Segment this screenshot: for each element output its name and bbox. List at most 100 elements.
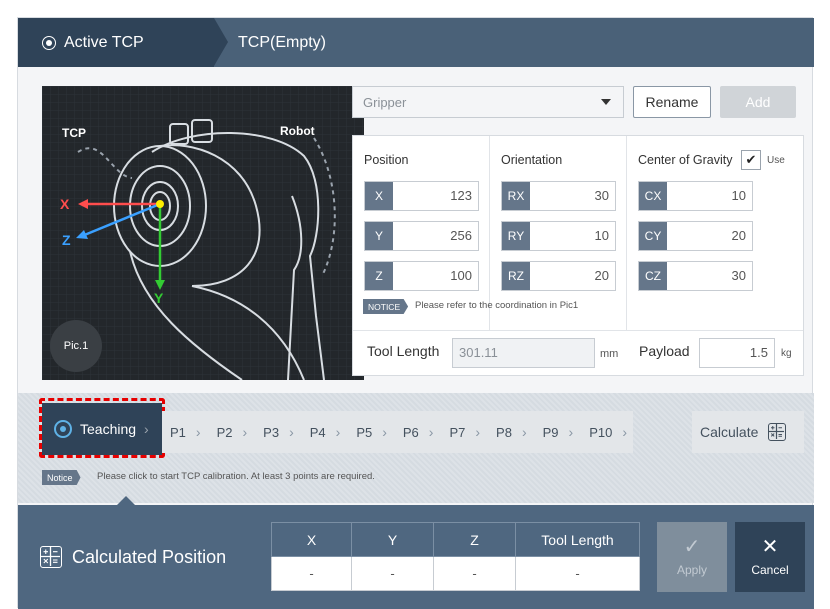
cog-cy-field[interactable]: CY 20 <box>638 221 753 251</box>
chevron-right-icon: › <box>428 424 434 440</box>
field-label: X <box>365 182 393 210</box>
calculated-position-table: X Y Z Tool Length - - - - <box>271 522 640 591</box>
tool-length-unit: mm <box>600 348 619 360</box>
notice-badge: NOTICE <box>363 299 409 314</box>
field-value: 20 <box>731 228 746 243</box>
tcp-coordinate-picture: TCP Robot X Y Z Pic.1 <box>42 86 364 380</box>
step-label: P3 <box>263 424 280 440</box>
step-label: P10 <box>589 424 613 440</box>
point-steps: P1 › P2 › P3 › P4 › P5 › P6 › P7 › P8 › P9 › P10 › <box>162 411 634 453</box>
axis-y-label: Y <box>154 290 164 306</box>
header-z: Z <box>433 522 516 557</box>
field-label: CZ <box>639 262 667 290</box>
apply-button[interactable]: ✓ Apply <box>657 522 727 592</box>
step-p9[interactable]: P9 › <box>535 411 582 453</box>
tab-tcp-empty[interactable]: TCP(Empty) <box>238 18 326 67</box>
cog-use-label: Use <box>767 155 785 166</box>
tab-active-tcp[interactable]: Active TCP <box>18 18 228 67</box>
field-label: CY <box>639 222 667 250</box>
cog-cz-field[interactable]: CZ 30 <box>638 261 753 291</box>
tcp-label: TCP <box>62 126 86 140</box>
orientation-rz-field[interactable]: RZ 20 <box>501 261 616 291</box>
position-x-field[interactable]: X 123 <box>364 181 479 211</box>
checkmark-icon: ✔ <box>745 152 757 167</box>
tab-tcp-empty-label: TCP(Empty) <box>238 33 326 51</box>
field-value: 30 <box>594 188 609 203</box>
orientation-title: Orientation <box>501 153 563 167</box>
field-value: 100 <box>450 268 472 283</box>
bottom-notch <box>116 496 136 506</box>
field-value: 123 <box>450 188 472 203</box>
pic-number-badge: Pic.1 <box>50 320 102 372</box>
radio-selected-icon <box>42 35 56 50</box>
calculate-label: Calculate <box>700 424 759 440</box>
orientation-rx-field[interactable]: RX 30 <box>501 181 616 211</box>
position-title: Position <box>364 153 409 167</box>
header-y: Y <box>351 522 434 557</box>
cancel-button[interactable]: ✕ Cancel <box>735 522 805 592</box>
chevron-right-icon: › <box>521 424 527 440</box>
axis-x-label: X <box>60 196 70 212</box>
orientation-ry-field[interactable]: RY 10 <box>501 221 616 251</box>
step-label: P7 <box>449 424 466 440</box>
check-icon: ✓ <box>683 536 701 558</box>
tcp-window: Active TCP TCP(Empty) TCP Robot X Y Z Pi… <box>17 17 814 609</box>
row-divider <box>353 330 803 331</box>
pic-number-label: Pic.1 <box>63 340 89 352</box>
position-z-field[interactable]: Z 100 <box>364 261 479 291</box>
notice-text: Please refer to the coordination in Pic1 <box>415 300 579 311</box>
field-label: Z <box>365 262 393 290</box>
payload-field[interactable]: 1.5 <box>699 338 775 368</box>
step-p10[interactable]: P10 › <box>581 411 633 453</box>
value-x: - <box>271 556 352 591</box>
field-value: 20 <box>594 268 609 283</box>
caret-down-icon <box>601 99 611 105</box>
rename-button[interactable]: Rename <box>633 86 711 118</box>
payload-label: Payload <box>639 343 690 359</box>
step-label: P9 <box>542 424 559 440</box>
step-notice-badge: Notice <box>42 470 81 485</box>
field-label: RZ <box>502 262 530 290</box>
step-p5[interactable]: P5 › <box>348 411 395 453</box>
position-y-field[interactable]: Y 256 <box>364 221 479 251</box>
field-value: 10 <box>731 188 746 203</box>
calculator-icon <box>768 423 787 441</box>
calculate-button[interactable]: Calculate <box>692 411 804 453</box>
value-y: - <box>351 556 434 591</box>
tool-select-value: Gripper <box>363 94 407 110</box>
cog-cx-field[interactable]: CX 10 <box>638 181 753 211</box>
chevron-right-icon: › <box>335 424 341 440</box>
step-p8[interactable]: P8 › <box>488 411 535 453</box>
value-tool-length: - <box>515 556 640 591</box>
tool-select[interactable]: Gripper <box>352 86 624 118</box>
add-button[interactable]: Add <box>720 86 796 118</box>
cog-title: Center of Gravity <box>638 153 733 167</box>
calculated-position-label: Calculated Position <box>72 546 227 567</box>
field-value: 30 <box>731 268 746 283</box>
chevron-right-icon: › <box>242 424 248 440</box>
cancel-label: Cancel <box>751 563 789 577</box>
field-value: 256 <box>450 228 472 243</box>
step-p3[interactable]: P3 › <box>255 411 302 453</box>
cog-use-checkbox[interactable]: ✔ <box>741 150 761 170</box>
apply-label: Apply <box>676 563 708 577</box>
tab-active-label: Active TCP <box>64 33 144 51</box>
field-label: RY <box>502 222 530 250</box>
step-p1[interactable]: P1 › <box>162 411 209 453</box>
step-p4[interactable]: P4 › <box>302 411 349 453</box>
tool-length-label: Tool Length <box>367 343 440 359</box>
header-tool-length: Tool Length <box>515 522 640 557</box>
step-label: P4 <box>309 424 326 440</box>
chevron-right-icon: › <box>289 424 294 440</box>
step-p2[interactable]: P2 › <box>209 411 256 453</box>
axis-z-label: Z <box>62 232 71 248</box>
step-p7[interactable]: P7 › <box>441 411 488 453</box>
chevron-right-icon: › <box>195 424 201 440</box>
field-label: Y <box>365 222 393 250</box>
calculated-position-title: Calculated Position <box>40 546 226 568</box>
close-icon: ✕ <box>761 536 779 558</box>
robot-label: Robot <box>280 124 315 138</box>
calculator-icon <box>40 546 62 568</box>
step-p6[interactable]: P6 › <box>395 411 442 453</box>
column-divider <box>626 136 627 330</box>
